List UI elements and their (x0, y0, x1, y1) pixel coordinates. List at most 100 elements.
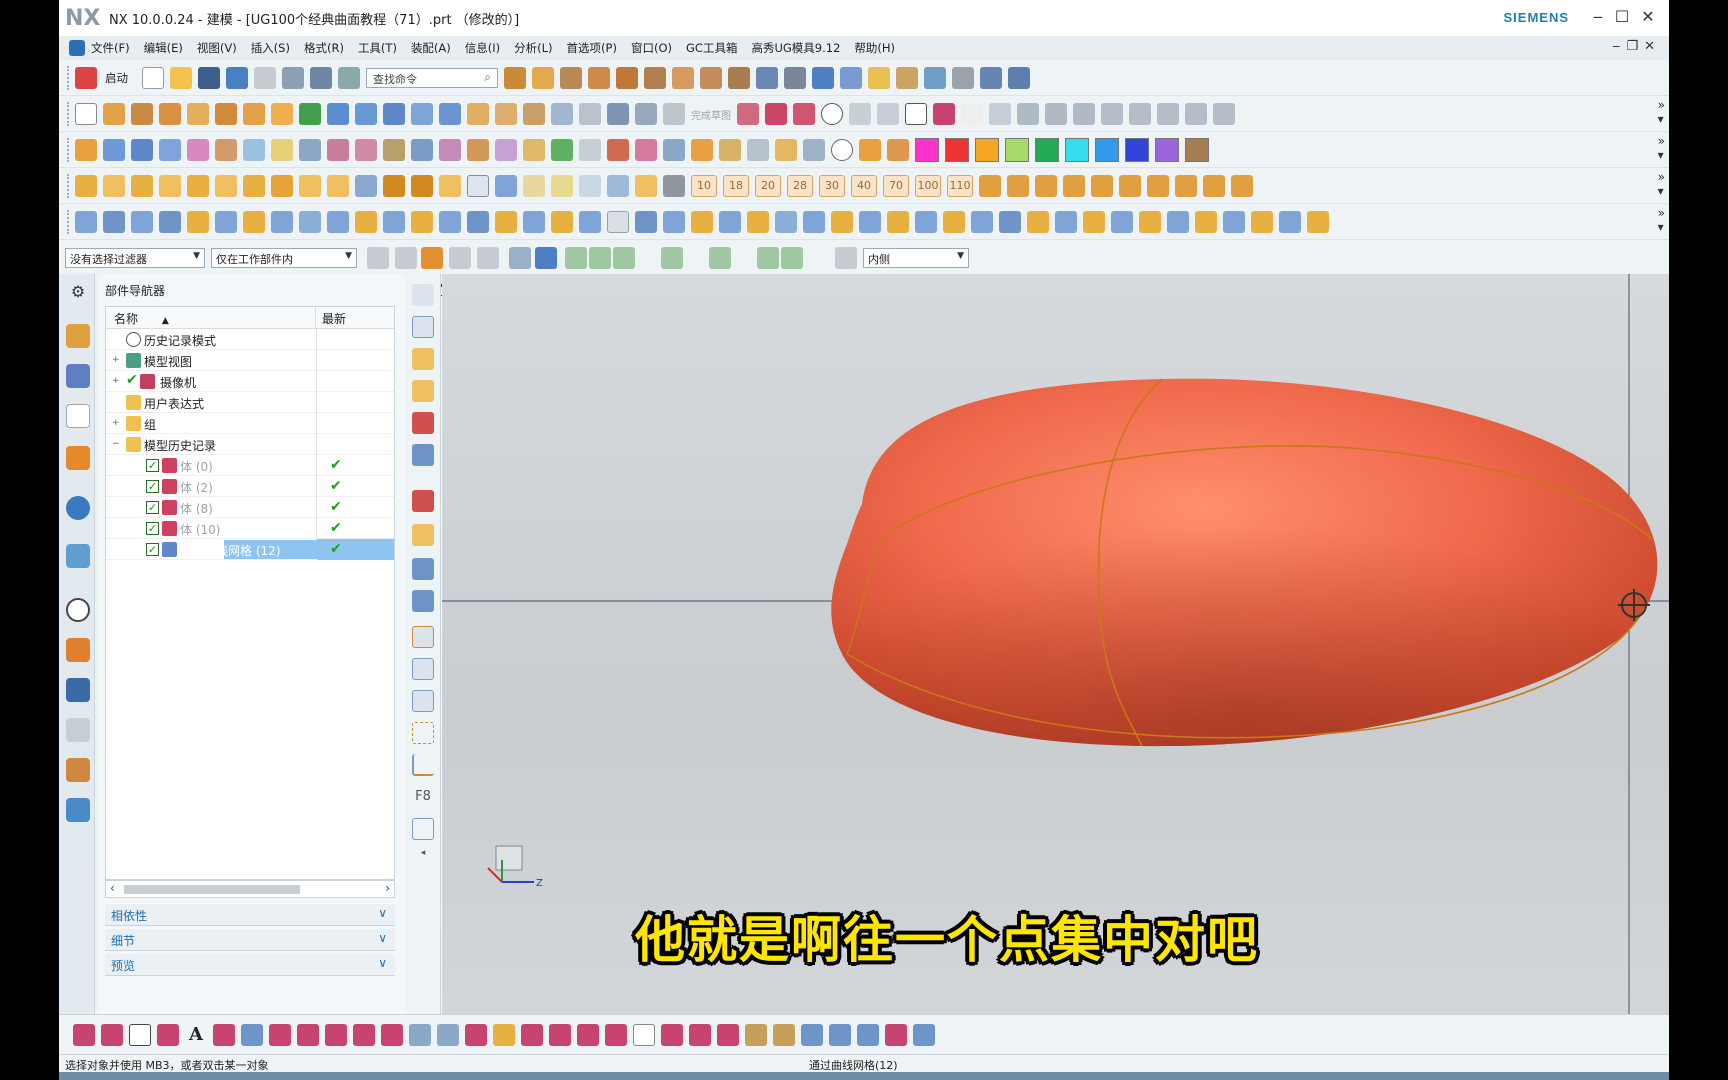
start-icon[interactable] (75, 67, 97, 89)
red-cube-icon[interactable] (412, 490, 434, 512)
face-analysis-icon[interactable] (896, 67, 918, 89)
measure-distance-icon[interactable] (691, 139, 713, 161)
studio-surface-icon[interactable] (215, 139, 237, 161)
point-curve-icon[interactable] (717, 1024, 739, 1046)
tree-row-through-curve-mesh[interactable]: ✓ 通过曲线网格 (12) ✔ (106, 539, 394, 560)
make-corner-icon[interactable] (1073, 103, 1095, 125)
arc-tool-icon[interactable] (101, 1024, 123, 1046)
edge-display-icon[interactable] (868, 67, 890, 89)
constraint-navigator-icon[interactable] (66, 364, 90, 388)
minimize-button[interactable]: ‒ (1587, 6, 1609, 28)
mold-base-6-icon[interactable] (1119, 175, 1141, 197)
menu-preferences[interactable]: 首选项(P) (567, 40, 617, 56)
snap-midpoint-icon[interactable] (589, 247, 611, 269)
component-icon[interactable] (579, 175, 601, 197)
replace-face-icon[interactable] (607, 103, 629, 125)
snap-endpoint-icon[interactable] (565, 247, 587, 269)
mold-base-1-icon[interactable] (979, 175, 1001, 197)
constraints-icon[interactable] (1101, 103, 1123, 125)
part-37-icon[interactable] (1083, 211, 1105, 233)
part-43-icon[interactable] (1251, 211, 1273, 233)
part-21-icon[interactable] (635, 211, 657, 233)
part-36-icon[interactable] (1055, 211, 1077, 233)
part-38-icon[interactable] (1111, 211, 1133, 233)
toolbar-overflow-chevron[interactable]: » ▾ (1658, 206, 1665, 234)
bounded-plane-icon[interactable] (243, 139, 265, 161)
size-100-button[interactable]: 100 (915, 175, 941, 197)
menu-info[interactable]: 信息(I) (465, 40, 500, 56)
part-29-icon[interactable] (859, 211, 881, 233)
copy-tool-icon[interactable] (412, 690, 434, 712)
through-curve-mesh-icon[interactable] (131, 139, 153, 161)
eraser-icon[interactable] (412, 626, 434, 648)
save-icon[interactable] (198, 67, 220, 89)
move-face-icon[interactable] (579, 103, 601, 125)
close-button[interactable]: ✕ (1637, 6, 1659, 28)
background-icon[interactable] (952, 67, 974, 89)
fillet-curve-icon[interactable] (661, 1024, 683, 1046)
snap-on-face-icon[interactable] (805, 247, 827, 269)
size-28-button[interactable]: 28 (787, 175, 813, 197)
part-35-icon[interactable] (1027, 211, 1049, 233)
shaded-icon[interactable] (812, 67, 834, 89)
part-41-icon[interactable] (1195, 211, 1217, 233)
offset-surface-icon[interactable] (299, 139, 321, 161)
offset-curve-icon[interactable] (1157, 103, 1179, 125)
quick-extend-icon[interactable] (1045, 103, 1067, 125)
mold-tool-11-icon[interactable] (355, 175, 377, 197)
extrude-icon[interactable] (504, 67, 526, 89)
synchronous-icon[interactable] (635, 103, 657, 125)
mold-tool-9-icon[interactable] (299, 175, 321, 197)
mold-base-7-icon[interactable] (1147, 175, 1169, 197)
layer-filter-icon[interactable] (835, 247, 857, 269)
menu-file[interactable]: 文件(F) (91, 40, 130, 56)
gear-icon[interactable] (383, 175, 405, 197)
frame-icon[interactable] (412, 524, 434, 546)
start-menu-button[interactable]: 启动 (105, 70, 128, 86)
shell-icon[interactable] (495, 103, 517, 125)
mold-tool-2-icon[interactable] (103, 175, 125, 197)
part-13-icon[interactable] (411, 211, 433, 233)
touch-mode-icon[interactable] (338, 67, 360, 89)
draft-icon[interactable] (523, 103, 545, 125)
part-14-icon[interactable] (439, 211, 461, 233)
gear-icon[interactable]: ⚙ (66, 280, 90, 304)
color-swatch-brown[interactable] (1185, 138, 1209, 162)
pattern-tool-icon[interactable] (412, 658, 434, 680)
surface-icon[interactable] (75, 139, 97, 161)
color-swatch-orange[interactable] (975, 138, 999, 162)
part-24-icon[interactable] (719, 211, 741, 233)
visibility-checkbox[interactable]: ✓ (146, 522, 159, 535)
color-swatch-purple[interactable] (1155, 138, 1179, 162)
tree-row-body-0[interactable]: ✓ 体 (0) ✔ (106, 455, 394, 476)
mold-base-2-icon[interactable] (1007, 175, 1029, 197)
color-swatch-green[interactable] (1035, 138, 1059, 162)
sketch-dimension-icon[interactable] (412, 316, 434, 338)
pick-tool-icon[interactable] (773, 1024, 795, 1046)
intersect-curve-icon[interactable] (381, 1024, 403, 1046)
mirror-curve-icon[interactable] (1213, 103, 1235, 125)
law-extension-icon[interactable] (551, 139, 573, 161)
layer-icon[interactable] (282, 67, 304, 89)
surface-analysis-icon[interactable] (635, 139, 657, 161)
system-materials-icon[interactable] (66, 638, 90, 662)
spline-tool-icon[interactable] (157, 1024, 179, 1046)
menu-window[interactable]: 窗口(O) (631, 40, 672, 56)
edge-blend-icon[interactable] (439, 103, 461, 125)
mold-tool-4-icon[interactable] (159, 175, 181, 197)
subtract-icon[interactable] (588, 67, 610, 89)
part-6-icon[interactable] (215, 211, 237, 233)
menu-format[interactable]: 格式(R) (304, 40, 344, 56)
snap-point-icon[interactable] (757, 247, 779, 269)
mold-base-10-icon[interactable] (1231, 175, 1253, 197)
brush-tool-icon[interactable] (745, 1024, 767, 1046)
part-19-icon[interactable] (579, 211, 601, 233)
toolbar-grip[interactable] (67, 138, 71, 162)
offset-face-icon[interactable] (700, 67, 722, 89)
position-filter-dropdown[interactable]: 内侧 ▼ (863, 248, 969, 268)
mold-tool-1-icon[interactable] (75, 175, 97, 197)
part-31-icon[interactable] (915, 211, 937, 233)
unite-icon[interactable] (560, 67, 582, 89)
scale-icon[interactable] (885, 1024, 907, 1046)
line-tool-icon[interactable] (73, 1024, 95, 1046)
